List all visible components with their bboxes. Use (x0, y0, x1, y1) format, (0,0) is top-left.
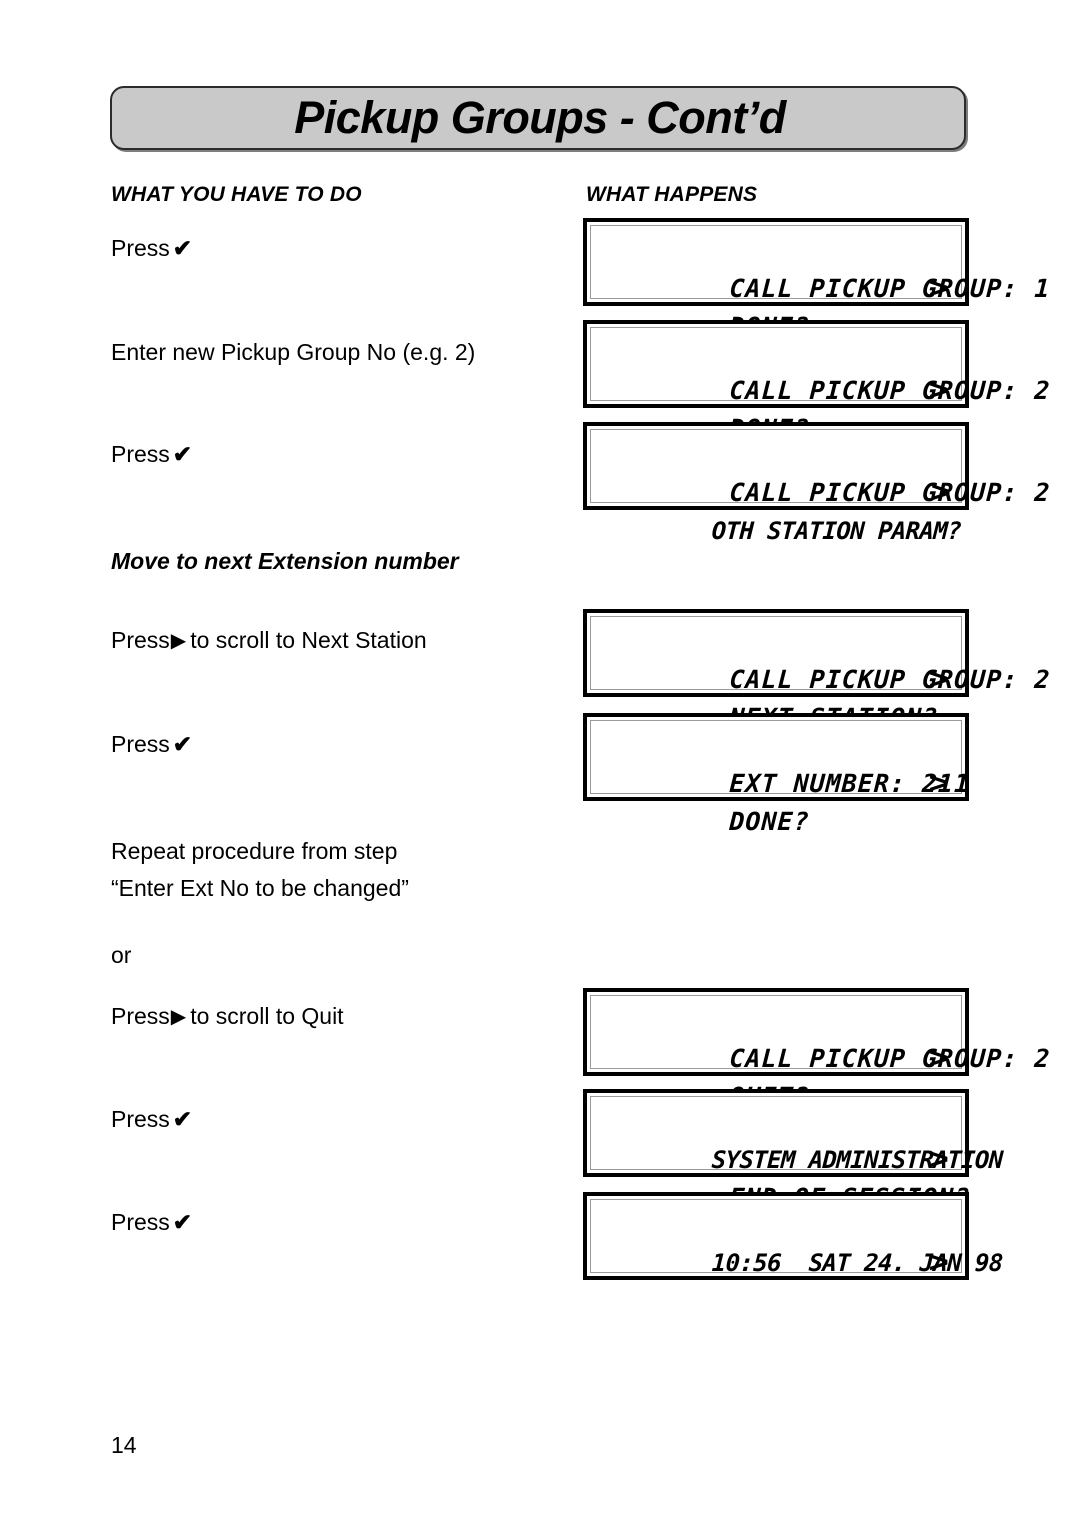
step-5-action: Press ✔ (111, 726, 192, 763)
repeat-note-line-2: “Enter Ext No to be changed” (111, 875, 409, 901)
lcd-caret-icon: > (929, 1042, 951, 1075)
lcd-caret-icon: > (929, 272, 951, 305)
lcd-display-7-screen: SYSTEM ADMINISTRATION END OF SESSION? > (590, 1096, 1004, 1212)
step-3-action-text: Press (111, 441, 170, 467)
lcd-display-1-line-1: CALL PICKUP GROUP: 1 (728, 274, 1052, 303)
step-3-action: Press ✔ (111, 436, 192, 473)
right-arrow-icon: ▶ (170, 630, 187, 652)
lcd-caret-icon: > (929, 663, 951, 696)
step-8-action-text: Press (111, 1209, 170, 1235)
step-1-action-text: Press (111, 235, 170, 261)
check-icon: ✔ (172, 1209, 193, 1235)
lcd-caret-icon: > (929, 1143, 951, 1176)
lcd-display-1: CALL PICKUP GROUP: 1 DONE? > (583, 218, 1052, 341)
step-2-action: Enter new Pickup Group No (e.g. 2) (111, 334, 475, 371)
check-icon: ✔ (172, 441, 193, 467)
lcd-display-6-line-2: QUIT? > (602, 1040, 951, 1111)
column-heading-actions: WHAT YOU HAVE TO DO (111, 183, 362, 206)
lcd-display-5-screen: EXT NUMBER: 211 DONE? > (590, 720, 971, 836)
step-2-action-text: Enter new Pickup Group No (e.g. 2) (111, 339, 476, 365)
lcd-display-2-line-2: DONE? > (602, 372, 951, 443)
lcd-caret-icon: > (929, 374, 951, 407)
lcd-display-3-line-1: CALL PICKUP GROUP: 2 (728, 478, 1052, 507)
step-4-action-suffix: to scroll to Next Station (190, 627, 427, 653)
lcd-display-2-screen: CALL PICKUP GROUP: 2 DONE? > (590, 327, 1052, 443)
step-4-action: Press▶ to scroll to Next Station (111, 622, 427, 659)
step-7-action: Press ✔ (111, 1101, 192, 1138)
section-heading: Move to next Extension number (111, 548, 459, 574)
page-title: Pickup Groups - Cont’d (294, 92, 786, 143)
right-arrow-icon: ▶ (170, 1006, 187, 1028)
step-6-action-suffix: to scroll to Quit (190, 1003, 344, 1029)
lcd-display-1-screen: CALL PICKUP GROUP: 1 DONE? > (590, 225, 1052, 341)
column-heading-results: WHAT HAPPENS (586, 183, 758, 206)
document-page: Pickup Groups - Cont’d WHAT YOU HAVE TO … (0, 0, 1080, 1529)
lcd-display-3-screen: CALL PICKUP GROUP: 2 OTH STATION PARAM? … (590, 429, 1052, 545)
step-7-action-text: Press (111, 1106, 170, 1132)
lcd-display-2-line-1: CALL PICKUP GROUP: 2 (728, 376, 1052, 405)
lcd-display-3-line-2: OTH STATION PARAM? > (711, 476, 962, 545)
lcd-display-4-line-1: CALL PICKUP GROUP: 2 (728, 665, 1052, 694)
lcd-caret-icon: > (929, 767, 951, 800)
lcd-display-6-screen: CALL PICKUP GROUP: 2 QUIT? > (590, 995, 1052, 1111)
lcd-display-4-line-2: NEXT STATION? > (602, 661, 951, 732)
step-4-action-text: Press (111, 627, 170, 653)
lcd-display-8-line-1: 10:56 SAT 24. JAN 98 (711, 1249, 1004, 1277)
lcd-display-2: CALL PICKUP GROUP: 2 DONE? > (583, 320, 1052, 443)
step-1-action: Press ✔ (111, 230, 192, 267)
check-icon: ✔ (172, 731, 193, 757)
lcd-caret-icon: > (929, 1246, 951, 1279)
lcd-display-8: 10:56 SAT 24. JAN 98 > (583, 1192, 1004, 1280)
lcd-display-1-line-2: DONE? > (602, 270, 951, 341)
step-6-action-text: Press (111, 1003, 170, 1029)
page-title-banner: Pickup Groups - Cont’d (110, 86, 966, 150)
lcd-display-8-line-2: > (602, 1244, 950, 1282)
repeat-note-line-1: Repeat procedure from step (111, 838, 398, 864)
lcd-display-5-line-2: DONE? > (728, 767, 951, 836)
lcd-display-8-screen: 10:56 SAT 24. JAN 98 > (590, 1199, 1004, 1279)
lcd-display-7-line-1: SYSTEM ADMINISTRATION (711, 1146, 1004, 1174)
lcd-display-4: CALL PICKUP GROUP: 2 NEXT STATION? > (583, 609, 1052, 732)
lcd-caret-icon: > (930, 476, 951, 509)
step-6-action: Press▶ to scroll to Quit (111, 998, 344, 1035)
lcd-display-5-line-1: EXT NUMBER: 211 (728, 769, 971, 798)
lcd-display-3: CALL PICKUP GROUP: 2 OTH STATION PARAM? … (583, 422, 1052, 545)
lcd-display-7-line-2: END OF SESSION? > (602, 1141, 971, 1212)
lcd-display-5: EXT NUMBER: 211 DONE? > (583, 713, 971, 836)
page-number: 14 (111, 1432, 137, 1458)
lcd-display-6-line-1: CALL PICKUP GROUP: 2 (728, 1044, 1052, 1073)
check-icon: ✔ (172, 235, 193, 261)
check-icon: ✔ (172, 1106, 193, 1132)
step-5-action-text: Press (111, 731, 170, 757)
lcd-display-7: SYSTEM ADMINISTRATION END OF SESSION? > (583, 1089, 1004, 1212)
or-note: or (111, 942, 132, 968)
lcd-display-6: CALL PICKUP GROUP: 2 QUIT? > (583, 988, 1052, 1111)
step-8-action: Press ✔ (111, 1204, 192, 1241)
lcd-display-4-screen: CALL PICKUP GROUP: 2 NEXT STATION? > (590, 616, 1052, 732)
